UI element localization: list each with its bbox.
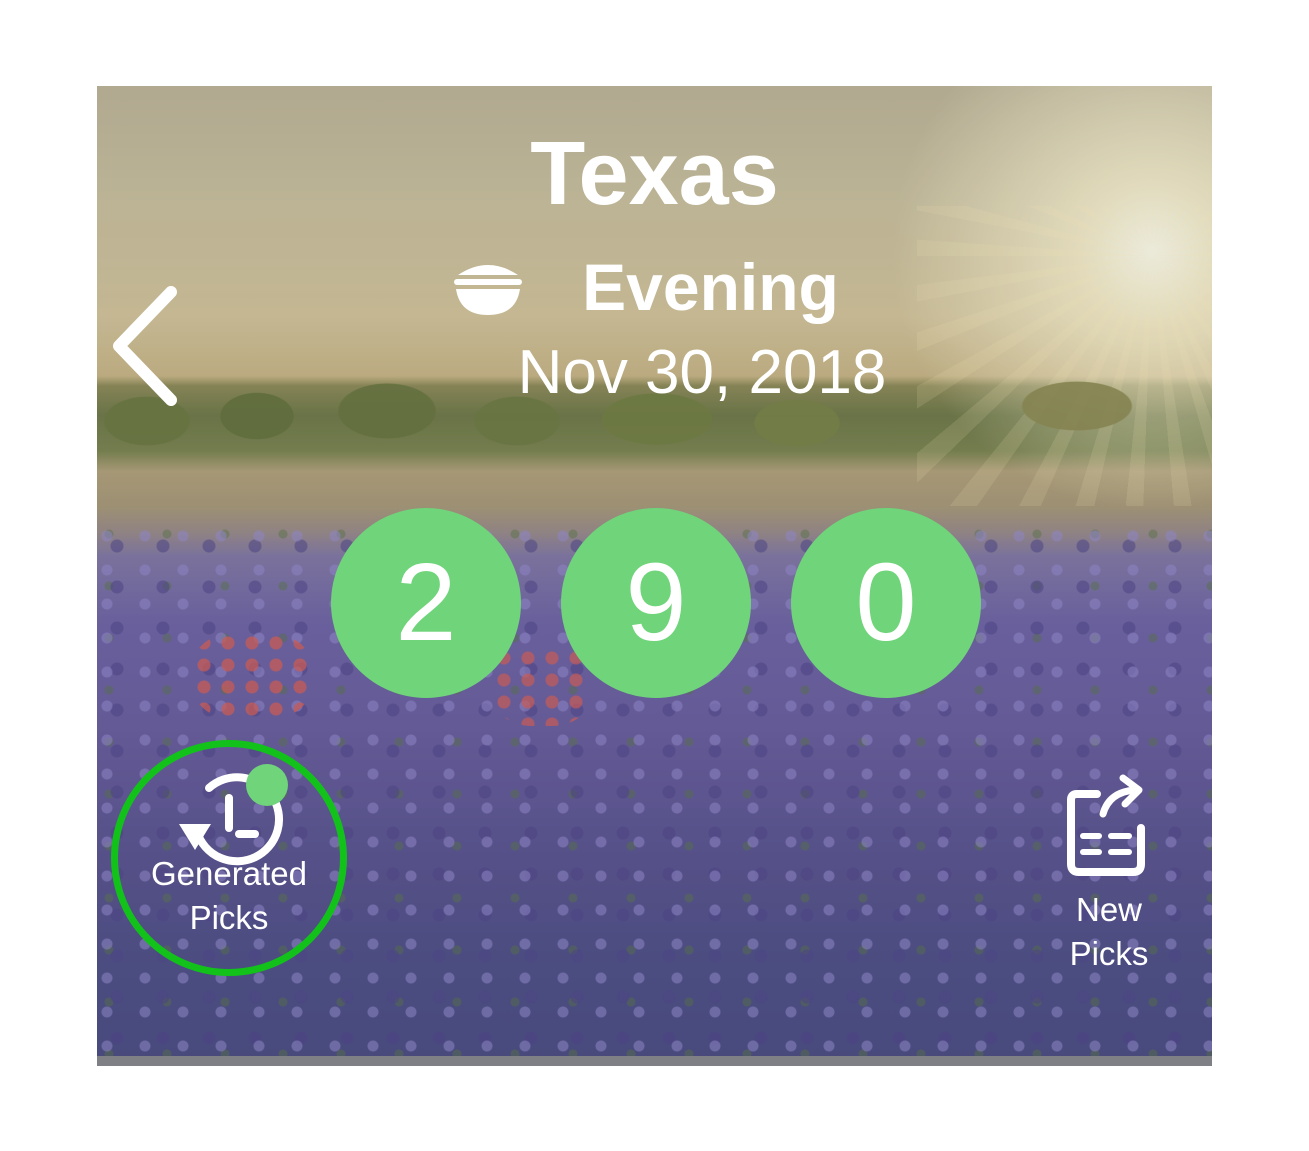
back-button[interactable] [107, 284, 187, 408]
generated-picks-button[interactable]: Generated Picks [111, 740, 347, 976]
state-title: Texas [530, 124, 779, 224]
notification-dot [246, 764, 288, 806]
lottery-result-card: Texas Evening Nov 30, 2018 2 9 0 Generat… [97, 86, 1212, 1066]
number-ball: 2 [331, 508, 521, 698]
number-ball: 9 [561, 508, 751, 698]
evening-bowl-icon [454, 265, 523, 315]
draw-time-row: Evening [97, 252, 1212, 322]
winning-numbers: 2 9 0 [331, 508, 981, 698]
number-ball: 0 [791, 508, 981, 698]
new-picks-button[interactable]: New Picks [1039, 774, 1179, 984]
share-ticket-icon [1067, 774, 1145, 876]
card-bottom-border [97, 1056, 1212, 1066]
chevron-left-icon [113, 286, 177, 406]
new-picks-label: New Picks [1069, 891, 1149, 972]
draw-time-label: Evening [582, 250, 839, 324]
draw-date: Nov 30, 2018 [517, 338, 887, 407]
generated-picks-label: Generated Picks [151, 855, 307, 936]
